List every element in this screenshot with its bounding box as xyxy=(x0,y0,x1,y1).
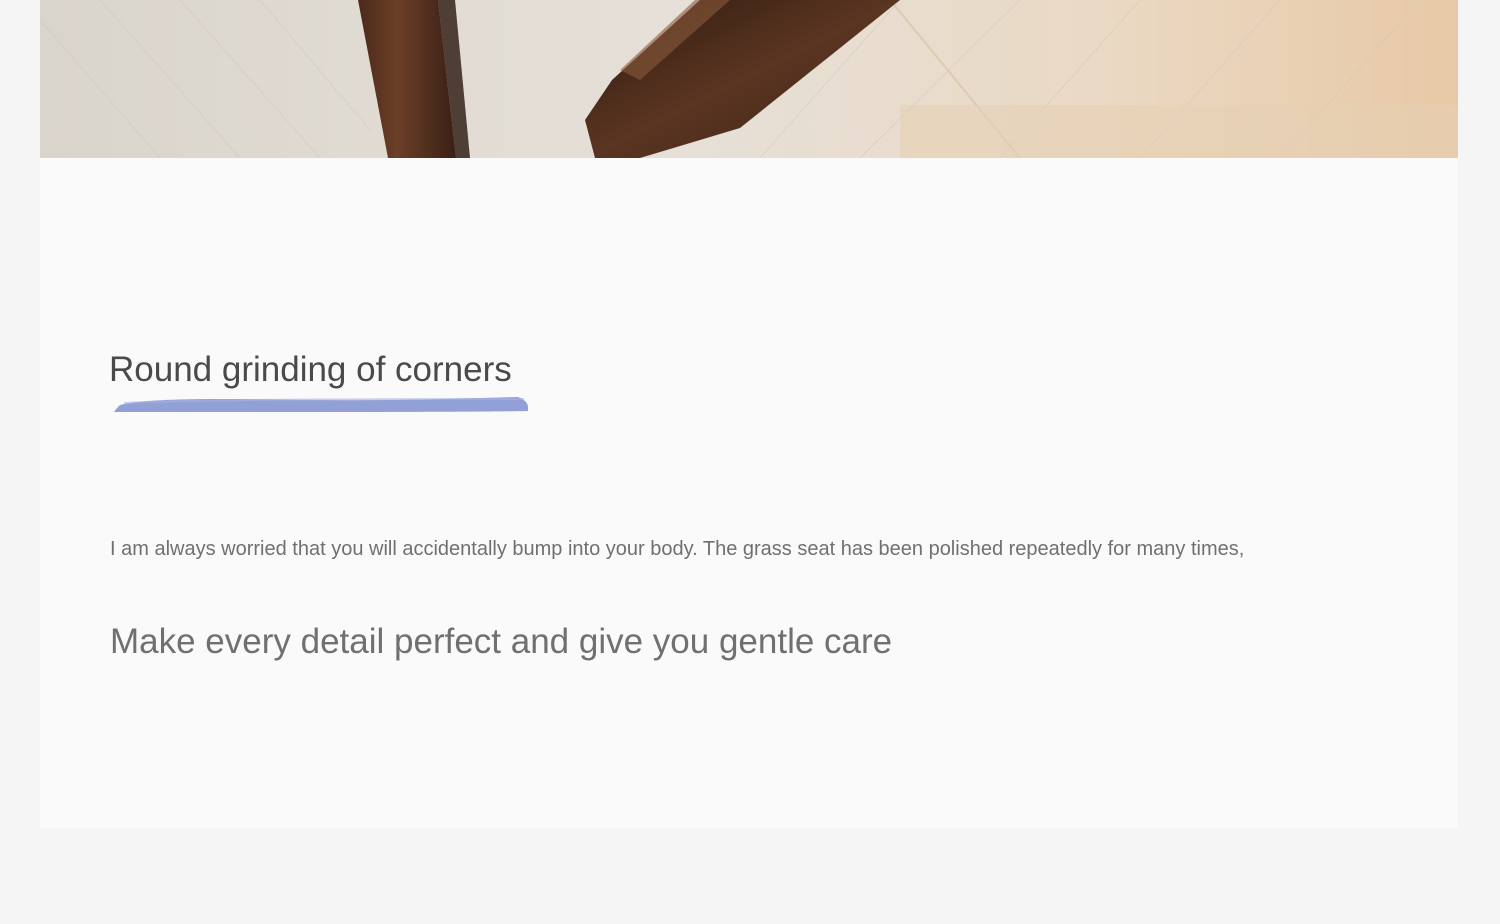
description-text: I am always worried that you will accide… xyxy=(110,538,1245,560)
chair-photo xyxy=(40,0,1458,158)
section-title: Round grinding of corners xyxy=(109,350,512,389)
product-detail-page: Round grinding of corners I am always wo… xyxy=(0,0,1500,924)
hero-image xyxy=(40,0,1458,158)
title-underline-brush xyxy=(114,397,528,412)
tagline: Make every detail perfect and give you g… xyxy=(110,622,893,661)
content-card: Round grinding of corners I am always wo… xyxy=(40,158,1458,828)
